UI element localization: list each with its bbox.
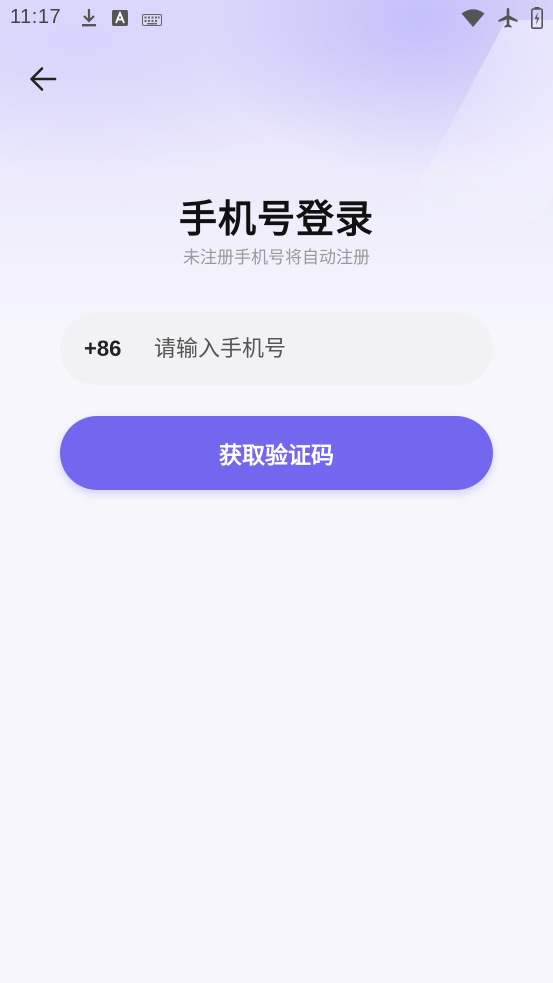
get-verification-code-button[interactable]: 获取验证码 bbox=[60, 416, 493, 490]
page-subtitle: 未注册手机号将自动注册 bbox=[183, 248, 370, 268]
back-button[interactable] bbox=[24, 62, 62, 100]
download-icon bbox=[80, 8, 98, 32]
airplane-mode-icon bbox=[497, 7, 519, 33]
battery-charging-icon bbox=[531, 7, 543, 33]
status-bar: 11:17 bbox=[0, 0, 553, 36]
phone-field[interactable]: +86 bbox=[60, 313, 493, 385]
header-background bbox=[0, 0, 553, 340]
status-icons-left bbox=[80, 8, 162, 32]
arrow-left-icon bbox=[29, 66, 57, 96]
font-a-icon bbox=[112, 10, 128, 30]
country-code[interactable]: +86 bbox=[84, 336, 144, 362]
page-title: 手机号登录 bbox=[178, 197, 374, 241]
phone-input[interactable] bbox=[152, 328, 493, 370]
status-time: 11:17 bbox=[10, 6, 62, 28]
wifi-icon bbox=[461, 8, 485, 32]
keyboard-icon bbox=[142, 11, 162, 30]
status-icons-right bbox=[461, 7, 543, 33]
